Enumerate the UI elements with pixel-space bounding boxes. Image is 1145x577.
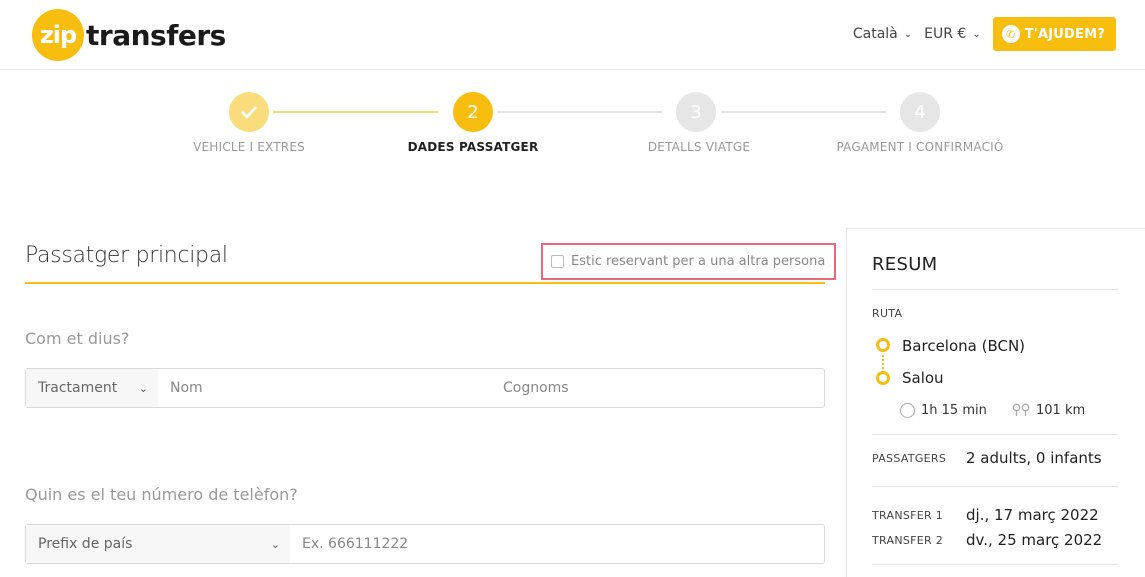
passengers-value: 2 adults, 0 infants <box>966 449 1102 467</box>
transfer-1-date: dj., 17 març 2022 <box>966 506 1099 524</box>
chevron-down-icon: ⌄ <box>903 28 913 40</box>
transfer-2-date: dv., 25 març 2022 <box>966 531 1103 549</box>
header-actions: Català ⌄ EUR € ⌄ ✆ T'AJUDEM? <box>853 17 1116 51</box>
route-distance: 101 km <box>1012 403 1085 418</box>
distance-value: 101 km <box>1036 403 1086 418</box>
route-origin: Barcelona (BCN) <box>902 337 1026 355</box>
step-connector <box>273 111 438 113</box>
duration-value: 1h 15 min <box>921 403 987 418</box>
section-title: Passatger principal <box>25 243 228 268</box>
booking-summary: RESUM RUTA Barcelona (BCN) Salou 1h 15 m… <box>846 228 1145 577</box>
distance-pins-icon <box>1012 403 1030 418</box>
other-person-label: Estic reservant per a una altra persona <box>571 254 826 269</box>
logo-wordmark: transfers <box>86 18 226 52</box>
help-button-label: T'AJUDEM? <box>1024 26 1105 42</box>
booking-stepper: 2 3 4 VEHICLE I EXTRES DADES PASSATGER D… <box>0 90 1145 170</box>
phone-input-row: Prefix de país ⌄ <box>25 524 825 564</box>
name-input-row: Tractament ⌄ <box>25 368 825 408</box>
origin-marker-icon <box>876 338 890 352</box>
name-question: Com et dius? <box>25 329 130 348</box>
route-destination: Salou <box>902 369 944 387</box>
summary-divider <box>872 486 1118 487</box>
section-divider <box>25 282 825 284</box>
phone-icon: ✆ <box>1001 25 1020 43</box>
country-prefix-select[interactable]: Prefix de país ⌄ <box>26 525 290 563</box>
transfer-1-label: TRANSFER 1 <box>872 509 944 522</box>
step-2-circle: 2 <box>453 92 493 132</box>
summary-divider <box>872 289 1118 290</box>
country-prefix-value: Prefix de país <box>38 536 133 552</box>
step-4-label: PAGAMENT I CONFIRMACIÓ <box>836 140 1004 154</box>
title-select[interactable]: Tractament ⌄ <box>26 369 158 407</box>
chevron-down-icon: ⌄ <box>972 28 981 40</box>
title-select-value: Tractament <box>38 380 118 396</box>
chevron-down-icon: ⌄ <box>270 537 280 551</box>
passengers-label: PASSATGERS <box>872 452 947 465</box>
route-label: RUTA <box>872 307 903 320</box>
other-person-checkbox-row[interactable]: Estic reservant per a una altra persona <box>541 243 836 280</box>
currency-selector[interactable]: EUR € ⌄ <box>924 26 981 42</box>
clock-icon <box>900 403 915 418</box>
step-3-label: DETALLS VIATGE <box>647 140 751 154</box>
last-name-input[interactable] <box>491 369 824 407</box>
route-duration: 1h 15 min <box>900 403 987 418</box>
summary-divider <box>872 564 1118 565</box>
step-1-check-icon <box>229 92 269 132</box>
logo-badge: zip <box>32 9 84 61</box>
step-connector <box>497 111 662 113</box>
site-header: zip transfers Català ⌄ EUR € ⌄ ✆ T'AJUDE… <box>0 0 1145 70</box>
summary-divider <box>872 434 1118 435</box>
phone-input[interactable] <box>290 525 820 563</box>
language-selector[interactable]: Català ⌄ <box>853 26 912 42</box>
phone-question: Quin es el teu número de telèfon? <box>25 485 298 504</box>
step-3-circle: 3 <box>676 92 716 132</box>
step-1-label: VEHICLE I EXTRES <box>193 140 305 154</box>
language-label: Català <box>852 26 898 42</box>
currency-label: EUR € <box>924 26 967 42</box>
first-name-input[interactable] <box>158 369 491 407</box>
chevron-down-icon: ⌄ <box>138 381 148 395</box>
destination-marker-icon <box>876 371 890 385</box>
step-connector <box>721 111 886 113</box>
transfer-2-label: TRANSFER 2 <box>872 534 944 547</box>
ziptransfers-logo[interactable]: zip transfers <box>32 9 226 61</box>
summary-title: RESUM <box>872 254 938 275</box>
step-2-label: DADES PASSATGER <box>407 140 539 154</box>
help-button[interactable]: ✆ T'AJUDEM? <box>992 17 1116 51</box>
step-4-circle: 4 <box>900 92 940 132</box>
other-person-checkbox[interactable] <box>551 255 564 268</box>
